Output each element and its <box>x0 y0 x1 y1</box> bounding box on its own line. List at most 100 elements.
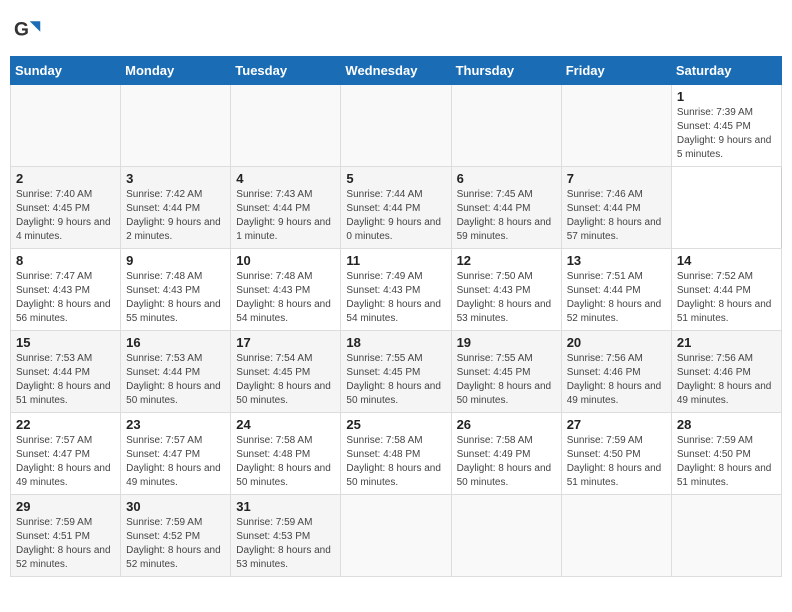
day-number: 4 <box>236 171 335 186</box>
calendar-cell <box>121 85 231 167</box>
day-info: Sunrise: 7:58 AMSunset: 4:48 PMDaylight:… <box>346 434 445 490</box>
day-info: Sunrise: 7:47 AMSunset: 4:43 PMDaylight:… <box>16 270 115 326</box>
calendar-cell <box>671 495 781 577</box>
calendar-cell: 29 Sunrise: 7:59 AMSunset: 4:51 PMDayligh… <box>11 495 121 577</box>
day-number: 17 <box>236 335 335 350</box>
day-number: 11 <box>346 253 445 268</box>
calendar-week-row: 8 Sunrise: 7:47 AMSunset: 4:43 PMDaylight… <box>11 249 782 331</box>
day-info: Sunrise: 7:53 AMSunset: 4:44 PMDaylight:… <box>16 352 115 408</box>
day-info: Sunrise: 7:58 AMSunset: 4:49 PMDaylight:… <box>457 434 556 490</box>
calendar-cell <box>561 495 671 577</box>
day-info: Sunrise: 7:57 AMSunset: 4:47 PMDaylight:… <box>126 434 225 490</box>
day-info: Sunrise: 7:59 AMSunset: 4:50 PMDaylight:… <box>677 434 776 490</box>
calendar-cell: 13Sunrise: 7:51 AMSunset: 4:44 PMDayligh… <box>561 249 671 331</box>
day-info: Sunrise: 7:45 AMSunset: 4:44 PMDaylight:… <box>457 188 556 244</box>
calendar-day-header: Wednesday <box>341 57 451 85</box>
day-info: Sunrise: 7:54 AMSunset: 4:45 PMDaylight:… <box>236 352 335 408</box>
day-number: 23 <box>126 417 225 432</box>
calendar-cell: 18 Sunrise: 7:55 AMSunset: 4:45 PMDayligh… <box>341 331 451 413</box>
day-number: 2 <box>16 171 115 186</box>
calendar-day-header: Tuesday <box>231 57 341 85</box>
calendar-cell: 23 Sunrise: 7:57 AMSunset: 4:47 PMDayligh… <box>121 413 231 495</box>
day-number: 25 <box>346 417 445 432</box>
calendar-cell: 21 Sunrise: 7:56 AMSunset: 4:46 PMDayligh… <box>671 331 781 413</box>
calendar-cell: 20 Sunrise: 7:56 AMSunset: 4:46 PMDayligh… <box>561 331 671 413</box>
logo: G <box>14 16 46 44</box>
day-number: 20 <box>567 335 666 350</box>
day-number: 21 <box>677 335 776 350</box>
calendar-week-row: 15 Sunrise: 7:53 AMSunset: 4:44 PMDayligh… <box>11 331 782 413</box>
calendar-cell: 5Sunrise: 7:44 AMSunset: 4:44 PMDaylight… <box>341 167 451 249</box>
calendar-cell: 31Sunrise: 7:59 AMSunset: 4:53 PMDayligh… <box>231 495 341 577</box>
day-info: Sunrise: 7:59 AMSunset: 4:50 PMDaylight:… <box>567 434 666 490</box>
day-number: 9 <box>126 253 225 268</box>
day-number: 15 <box>16 335 115 350</box>
day-info: Sunrise: 7:49 AMSunset: 4:43 PMDaylight:… <box>346 270 445 326</box>
day-number: 28 <box>677 417 776 432</box>
calendar-cell: 8 Sunrise: 7:47 AMSunset: 4:43 PMDaylight… <box>11 249 121 331</box>
calendar-cell: 17 Sunrise: 7:54 AMSunset: 4:45 PMDayligh… <box>231 331 341 413</box>
calendar-cell <box>341 85 451 167</box>
day-info: Sunrise: 7:59 AMSunset: 4:51 PMDaylight:… <box>16 516 115 572</box>
calendar-cell <box>451 85 561 167</box>
day-number: 30 <box>126 499 225 514</box>
calendar-cell <box>341 495 451 577</box>
calendar-cell <box>231 85 341 167</box>
day-info: Sunrise: 7:48 AMSunset: 4:43 PMDaylight:… <box>236 270 335 326</box>
day-info: Sunrise: 7:40 AMSunset: 4:45 PMDaylight:… <box>16 188 115 244</box>
day-info: Sunrise: 7:50 AMSunset: 4:43 PMDaylight:… <box>457 270 556 326</box>
calendar-cell: 14Sunrise: 7:52 AMSunset: 4:44 PMDayligh… <box>671 249 781 331</box>
calendar-cell: 3Sunrise: 7:42 AMSunset: 4:44 PMDaylight… <box>121 167 231 249</box>
day-number: 24 <box>236 417 335 432</box>
calendar-cell: 24 Sunrise: 7:58 AMSunset: 4:48 PMDayligh… <box>231 413 341 495</box>
day-number: 6 <box>457 171 556 186</box>
calendar-week-row: 2 Sunrise: 7:40 AMSunset: 4:45 PMDaylight… <box>11 167 782 249</box>
day-info: Sunrise: 7:58 AMSunset: 4:48 PMDaylight:… <box>236 434 335 490</box>
day-number: 27 <box>567 417 666 432</box>
calendar-cell <box>561 85 671 167</box>
day-info: Sunrise: 7:48 AMSunset: 4:43 PMDaylight:… <box>126 270 225 326</box>
calendar-cell: 25 Sunrise: 7:58 AMSunset: 4:48 PMDayligh… <box>341 413 451 495</box>
calendar-day-header: Friday <box>561 57 671 85</box>
day-info: Sunrise: 7:52 AMSunset: 4:44 PMDaylight:… <box>677 270 776 326</box>
calendar-cell: 22Sunrise: 7:57 AMSunset: 4:47 PMDayligh… <box>11 413 121 495</box>
day-info: Sunrise: 7:55 AMSunset: 4:45 PMDaylight:… <box>346 352 445 408</box>
calendar-cell: 2 Sunrise: 7:40 AMSunset: 4:45 PMDaylight… <box>11 167 121 249</box>
calendar-cell: 1Sunrise: 7:39 AMSunset: 4:45 PMDaylight… <box>671 85 781 167</box>
calendar-cell: 26Sunrise: 7:58 AMSunset: 4:49 PMDayligh… <box>451 413 561 495</box>
day-number: 29 <box>16 499 115 514</box>
calendar-cell <box>451 495 561 577</box>
calendar-cell: 27 Sunrise: 7:59 AMSunset: 4:50 PMDayligh… <box>561 413 671 495</box>
day-number: 19 <box>457 335 556 350</box>
calendar-cell: 30 Sunrise: 7:59 AMSunset: 4:52 PMDayligh… <box>121 495 231 577</box>
calendar-day-header: Saturday <box>671 57 781 85</box>
day-number: 18 <box>346 335 445 350</box>
calendar-week-row: 29 Sunrise: 7:59 AMSunset: 4:51 PMDayligh… <box>11 495 782 577</box>
day-number: 13 <box>567 253 666 268</box>
day-info: Sunrise: 7:55 AMSunset: 4:45 PMDaylight:… <box>457 352 556 408</box>
day-number: 12 <box>457 253 556 268</box>
day-info: Sunrise: 7:46 AMSunset: 4:44 PMDaylight:… <box>567 188 666 244</box>
calendar-day-header: Thursday <box>451 57 561 85</box>
logo-icon: G <box>14 16 42 44</box>
calendar-cell <box>11 85 121 167</box>
day-info: Sunrise: 7:43 AMSunset: 4:44 PMDaylight:… <box>236 188 335 244</box>
day-number: 1 <box>677 89 776 104</box>
day-info: Sunrise: 7:59 AMSunset: 4:52 PMDaylight:… <box>126 516 225 572</box>
day-info: Sunrise: 7:56 AMSunset: 4:46 PMDaylight:… <box>567 352 666 408</box>
day-info: Sunrise: 7:53 AMSunset: 4:44 PMDaylight:… <box>126 352 225 408</box>
calendar-day-header: Monday <box>121 57 231 85</box>
day-number: 7 <box>567 171 666 186</box>
calendar-cell: 7 Sunrise: 7:46 AMSunset: 4:44 PMDaylight… <box>561 167 671 249</box>
calendar-cell: 9 Sunrise: 7:48 AMSunset: 4:43 PMDaylight… <box>121 249 231 331</box>
calendar-cell: 16Sunrise: 7:53 AMSunset: 4:44 PMDayligh… <box>121 331 231 413</box>
calendar-week-row: 1Sunrise: 7:39 AMSunset: 4:45 PMDaylight… <box>11 85 782 167</box>
calendar-day-header: Sunday <box>11 57 121 85</box>
day-number: 3 <box>126 171 225 186</box>
day-info: Sunrise: 7:56 AMSunset: 4:46 PMDaylight:… <box>677 352 776 408</box>
calendar-cell: 11 Sunrise: 7:49 AMSunset: 4:43 PMDayligh… <box>341 249 451 331</box>
day-number: 8 <box>16 253 115 268</box>
day-info: Sunrise: 7:57 AMSunset: 4:47 PMDaylight:… <box>16 434 115 490</box>
svg-text:G: G <box>14 19 29 40</box>
day-number: 5 <box>346 171 445 186</box>
